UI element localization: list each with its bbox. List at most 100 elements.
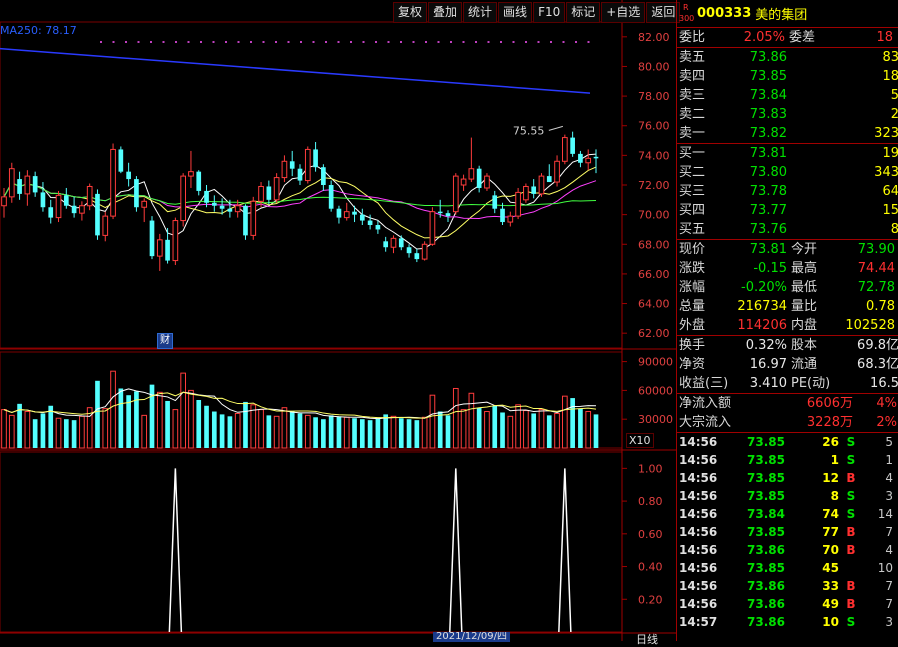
candle-body [134, 179, 139, 208]
candle-body [234, 205, 241, 213]
quote-value: 73.90 [857, 242, 895, 257]
volume-bar [476, 407, 482, 448]
volume-bar [156, 391, 163, 449]
stock-code[interactable]: 000333 [697, 6, 751, 21]
sells-volume: 323 [874, 126, 898, 141]
toolbar-button-4[interactable]: F10 [533, 2, 566, 23]
sells-price: 73.82 [749, 126, 787, 141]
tick-row: 14:56 73.85 26 S 5 [677, 433, 898, 451]
volume-bar [336, 416, 342, 448]
sells-volume: 83 [882, 50, 898, 65]
tick-row: 14:56 73.85 1 S 1 [677, 451, 898, 469]
volume-bar [172, 409, 179, 449]
volume-bar [234, 412, 241, 449]
volume-bar [585, 411, 592, 449]
annotation-pointer [548, 125, 563, 131]
stock-name[interactable]: 美的集团 [755, 4, 807, 23]
volume-bar [437, 411, 443, 448]
volume-bar [63, 419, 69, 448]
quote-stats: 现价 73.81 今开 73.90 涨跌 -0.15 最高 74.44 涨幅 -0.20% 最低 72… [677, 240, 898, 336]
volume-bar [531, 413, 537, 448]
candle-body [32, 176, 38, 193]
signal-dot [437, 41, 440, 43]
capital-flows: 净流入额 6606万 4% 大宗流入 3228万 2% [677, 394, 898, 433]
toolbar-button-0[interactable]: 复权 [393, 2, 428, 23]
volume-bar [398, 418, 404, 448]
toolbar-button-1[interactable]: 叠加 [428, 2, 463, 23]
signal-dot [275, 41, 277, 43]
buys-volume: 15 [882, 203, 898, 218]
sells-row: 卖三 73.84 5 [677, 86, 898, 105]
stats-row: 换手 0.32% 股本 69.8亿 [677, 336, 898, 355]
toolbar-button-6[interactable]: +自选 [601, 2, 646, 23]
volume-bar [227, 416, 233, 448]
flow-percent: 2% [876, 415, 897, 430]
stats-value: 69.8亿 [857, 338, 898, 353]
signal-dot [575, 41, 577, 43]
volume-bar [328, 415, 334, 448]
flow-amount: 6606万 [806, 396, 853, 411]
candle-body [149, 220, 155, 257]
tick-row: 14:56 73.84 74 S 14 [677, 505, 898, 523]
volume-bar [95, 380, 100, 448]
indicator-axis-label: 0.40 [638, 561, 663, 574]
tick-side: B [846, 525, 856, 539]
signal-dot [125, 41, 127, 43]
quote-value: 102528 [845, 318, 895, 333]
candle-body [500, 208, 505, 223]
candle-body [227, 208, 233, 212]
candle-body [180, 175, 186, 222]
volume-bar [180, 372, 186, 449]
tick-price: 73.86 [747, 543, 785, 557]
sells-row: 卖五 73.86 83 [677, 48, 898, 67]
volume-bar [1, 409, 7, 449]
toolbar-button-3[interactable]: 画线 [498, 2, 533, 23]
quote-label: 量比 [791, 299, 818, 314]
volume-bar [562, 395, 568, 449]
price-axis-label: 72.00 [638, 179, 670, 192]
signal-dot [262, 41, 265, 43]
signal-dot [225, 41, 227, 43]
quote-row: 涨跌 -0.15 最高 74.44 [677, 259, 898, 278]
kline-chart-area[interactable]: 82.00 80.00 78.00 76.00 74.00 72.00 70.00 68.00… [0, 0, 676, 641]
price-axis-label: 74.00 [638, 149, 670, 162]
buys-row: 买三 73.78 64 [677, 182, 898, 201]
quote-row: 现价 73.81 今开 73.90 [677, 240, 898, 259]
volume-bar [79, 415, 85, 449]
toolbar-button-5[interactable]: 标记 [566, 2, 601, 23]
toolbar-button-2[interactable]: 统计 [463, 2, 498, 23]
candle-body [219, 205, 225, 209]
tick-volume: 74 [822, 507, 839, 521]
tick-price: 73.85 [747, 435, 785, 449]
buys-label: 买五 [679, 222, 706, 237]
volume-bar [304, 414, 311, 449]
tick-count: 7 [885, 525, 893, 539]
finance-badge[interactable]: 财 [157, 333, 173, 349]
signal-dot [362, 41, 365, 43]
flow-percent: 4% [876, 396, 897, 411]
candle-body [211, 202, 217, 206]
quote-value: 73.81 [749, 242, 787, 257]
buys-row: 买一 73.81 19 [677, 144, 898, 163]
candle-body [204, 190, 209, 203]
stats-value: 16.5 [870, 376, 898, 391]
candle-body [429, 211, 436, 245]
tick-time: 14:56 [679, 471, 718, 485]
tick-time: 14:56 [679, 453, 718, 467]
tick-list[interactable]: 14:56 73.85 26 S 5 14:56 73.85 1 S 1 14:56 73.85 12 B… [677, 433, 898, 631]
signal-dot [350, 41, 352, 43]
volume-bar [8, 414, 15, 449]
candle-body [585, 157, 592, 164]
volume-bar [375, 418, 381, 448]
candle-body [523, 185, 529, 201]
sells-label: 卖一 [679, 126, 706, 141]
price-axis-label: 68.00 [638, 238, 670, 251]
candle-body [266, 186, 272, 200]
candle-body [313, 149, 318, 168]
volume-scale-x10[interactable]: X10 [626, 433, 654, 448]
sells-price: 73.83 [749, 107, 787, 122]
weicha-value: 18 [876, 30, 893, 45]
period-label-daily[interactable]: 日线 [636, 631, 658, 647]
tick-volume: 33 [822, 579, 839, 593]
buys-row: 买二 73.80 343 [677, 163, 898, 182]
